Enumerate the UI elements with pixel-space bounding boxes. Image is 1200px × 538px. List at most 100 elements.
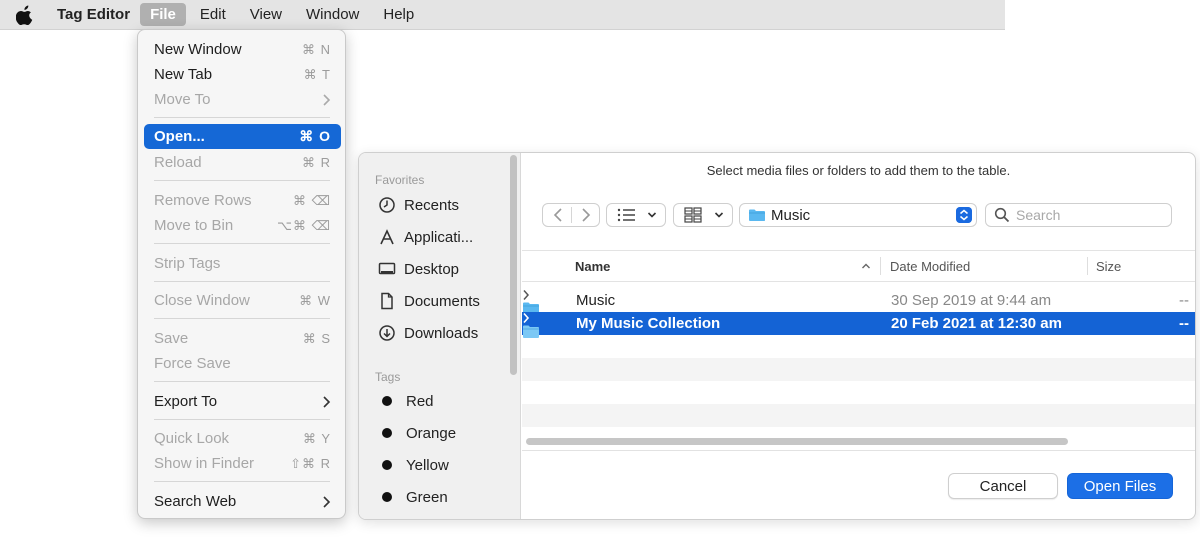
cancel-button[interactable]: Cancel [948,473,1058,499]
sidebar-item-label: Green [406,488,448,506]
menu-item-quick-look[interactable]: Quick Look ⌘ Y [144,426,341,451]
shortcut-label: ⌘ Y [302,430,331,446]
menu-view[interactable]: View [240,3,292,26]
app-name-menu[interactable]: Tag Editor [54,3,140,26]
folder-icon [749,209,765,221]
view-mode-button[interactable] [606,203,666,227]
menu-item-new-tab[interactable]: New Tab ⌘ T [144,62,341,87]
sidebar-tag-red[interactable]: Red [378,390,434,412]
horizontal-scrollbar[interactable] [526,438,1068,445]
sidebar-section-tags: Tags [375,370,401,384]
menu-window[interactable]: Window [296,3,369,26]
menu-item-save[interactable]: Save ⌘ S [144,326,341,351]
search-field[interactable] [985,203,1172,227]
stepper-icon [956,207,972,223]
download-icon [379,325,395,341]
column-divider[interactable] [880,257,881,275]
disclosure-chevron-icon[interactable] [522,312,530,324]
dialog-message: Select media files or folders to add the… [706,163,1011,178]
sidebar-item-label: Orange [406,424,457,442]
menu-item-move-to[interactable]: Move To [144,87,341,112]
menu-separator [154,243,330,244]
menu-bar: Tag Editor File Edit View Window Help [0,0,1005,30]
menu-separator [154,481,330,482]
sidebar-item-recents[interactable]: Recents [378,194,459,216]
menu-item-remove-rows[interactable]: Remove Rows ⌘ ⌫ [144,188,341,213]
sidebar-scrollbar[interactable] [510,155,517,375]
chevron-right-icon [323,93,331,106]
search-icon [994,207,1010,223]
chevron-right-icon [323,495,331,508]
list-view-icon [617,208,635,222]
empty-row [522,335,1195,358]
sidebar-item-documents[interactable]: Documents [378,290,480,312]
chevron-down-icon [647,212,657,218]
sidebar-item-label: Documents [404,292,480,310]
menu-file[interactable]: File [140,3,186,26]
menu-separator [154,381,330,382]
shortcut-label: ⌘ S [302,330,331,346]
menu-item-show-in-finder[interactable]: Show in Finder ⇧⌘ R [144,451,341,476]
search-input[interactable] [1016,207,1146,223]
menu-help[interactable]: Help [373,3,424,26]
desktop-icon [378,262,396,275]
sidebar-item-label: Applicati... [404,228,474,246]
menu-edit[interactable]: Edit [190,3,236,26]
menu-item-move-to-bin[interactable]: Move to Bin ⌥⌘ ⌫ [144,213,341,238]
file-date: 20 Feb 2021 at 12:30 am [891,315,1062,332]
sidebar-item-label: Recents [404,196,460,214]
footer-divider [522,450,1195,451]
apple-icon[interactable] [16,4,34,25]
menu-item-open[interactable]: Open... ⌘ O [144,124,341,149]
column-header: Name Date Modified Size [522,250,1195,282]
menu-separator [154,318,330,319]
file-size: -- [1179,292,1189,309]
sidebar-tag-green[interactable]: Green [378,486,448,508]
sidebar-item-applications[interactable]: Applicati... [378,226,473,248]
chevron-right-icon [323,395,331,408]
shortcut-label: ⌘ N [302,41,331,57]
group-button[interactable] [673,203,733,227]
tag-dot-icon [382,428,392,438]
shortcut-label: ⌘ T [303,66,331,82]
file-row-music[interactable]: Music 30 Sep 2019 at 9:44 am -- [522,289,1195,315]
column-date-header[interactable]: Date Modified [890,259,970,274]
menu-item-force-save[interactable]: Force Save [144,351,341,376]
empty-row [522,381,1195,404]
file-name: My Music Collection [576,315,721,332]
location-popup[interactable]: Music [739,203,977,227]
sidebar-tag-orange[interactable]: Orange [378,422,456,444]
menu-item-new-window[interactable]: New Window ⌘ N [144,37,341,62]
nav-buttons [542,203,600,227]
shortcut-label: ⌥⌘ ⌫ [277,217,331,233]
back-icon[interactable] [549,206,569,224]
menu-item-search-web[interactable]: Search Web [144,489,341,514]
column-size-header[interactable]: Size [1096,259,1121,274]
menu-separator [154,281,330,282]
sidebar-item-label: Yellow [406,456,449,474]
menu-item-export-to[interactable]: Export To [144,389,341,414]
shortcut-label: ⌘ W [299,292,331,308]
sidebar-item-downloads[interactable]: Downloads [378,322,478,344]
file-date: 30 Sep 2019 at 9:44 am [891,292,1052,309]
disclosure-chevron-icon[interactable] [522,289,530,301]
column-divider[interactable] [1087,257,1088,275]
sidebar-tag-yellow[interactable]: Yellow [378,454,449,476]
menu-item-strip-tags[interactable]: Strip Tags [144,251,341,276]
sort-ascending-icon[interactable] [861,262,871,270]
forward-icon[interactable] [575,206,595,224]
location-label: Music [771,206,811,224]
shortcut-label: ⌘ O [299,128,331,144]
sidebar-section-favorites: Favorites [375,173,425,187]
open-files-button[interactable]: Open Files [1067,473,1173,499]
file-row-my-music-collection[interactable]: My Music Collection 20 Feb 2021 at 12:30… [522,312,1195,338]
menu-item-close-window[interactable]: Close Window ⌘ W [144,288,341,313]
dialog-main: Select media files or folders to add the… [522,153,1195,519]
chevron-down-icon [714,212,724,218]
shortcut-label: ⌘ ⌫ [293,192,331,208]
document-icon [381,292,393,310]
column-name-header[interactable]: Name [575,259,610,274]
group-grid-icon [684,207,702,223]
menu-item-reload[interactable]: Reload ⌘ R [144,150,341,175]
sidebar-item-desktop[interactable]: Desktop [378,258,459,280]
